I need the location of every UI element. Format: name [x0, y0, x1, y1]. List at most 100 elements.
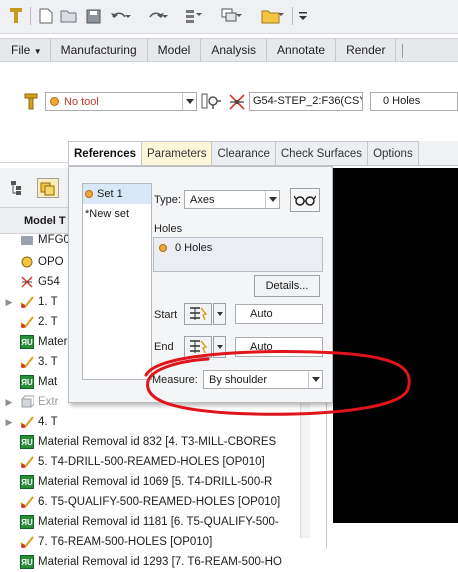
start-depth-button[interactable] [184, 303, 212, 325]
tree-row-label: Material Removal id 1181 [6. T5-QUALIFY-… [38, 516, 279, 528]
file-menu-tab[interactable]: File ▼ [0, 39, 51, 61]
tree-row-label: Material Removal id 1069 [5. T4-DRILL-50… [38, 476, 273, 488]
new-set-item[interactable]: *New set [83, 204, 151, 224]
tool-select[interactable]: No tool [45, 92, 197, 111]
expand-arrow-icon[interactable]: ▶ [0, 397, 18, 408]
tree-row-label: 2. T [38, 316, 58, 328]
glasses-icon [294, 195, 316, 206]
holes-count-field[interactable]: 0 Holes [370, 92, 458, 111]
material-removal-icon: ЯU [18, 374, 36, 390]
holes-label: Holes [154, 223, 183, 235]
end-depth-dropdown[interactable] [213, 336, 226, 358]
tree-row[interactable]: 7. T6-REAM-500-HOLES [OP010] [0, 532, 320, 552]
dashboard-tab-bar: References Parameters Clearance Check Su… [68, 141, 458, 166]
tree-row-label: Extr [38, 396, 59, 408]
tree-row[interactable]: ▶ 4. T [0, 412, 320, 432]
layer-tree-icon[interactable] [37, 178, 59, 198]
start-depth-field[interactable]: Auto [235, 304, 323, 324]
tab-options[interactable]: Options [367, 141, 419, 165]
chevron-down-icon[interactable] [182, 93, 196, 110]
tab-annotate[interactable]: Annotate [267, 39, 337, 61]
file-label: File [11, 43, 31, 57]
tab-model[interactable]: Model [148, 39, 202, 61]
material-removal-icon: ЯU [18, 434, 36, 450]
chevron-down-icon: ▼ [33, 47, 42, 56]
tab-render[interactable]: Render [336, 39, 397, 61]
csys-field[interactable]: G54-STEP_2:F36(CSY [249, 92, 363, 111]
type-select-value: Axes [190, 193, 215, 206]
holes-item-label: 0 Holes [175, 242, 213, 254]
material-removal-icon: ЯU [18, 334, 36, 350]
type-select[interactable]: Axes [184, 190, 280, 209]
new-icon[interactable] [37, 6, 55, 26]
tool-manager-icon[interactable] [200, 92, 222, 115]
tool-icon [24, 93, 38, 114]
tree-row-label: 7. T6-REAM-500-HOLES [OP010] [38, 536, 213, 548]
set-item-label: Set 1 [97, 188, 123, 200]
preview-glasses-button[interactable] [290, 188, 320, 212]
redo-icon[interactable] [145, 6, 171, 26]
material-removal-icon: ЯU [18, 554, 36, 570]
chevron-down-icon[interactable] [308, 371, 322, 388]
tree-row[interactable]: ЯU Material Removal id 1181 [6. T5-QUALIF… [0, 512, 320, 532]
tree-row-label: G54 [38, 276, 60, 288]
save-icon[interactable] [84, 6, 102, 26]
warning-dot-icon [85, 190, 93, 198]
drill-sequence-icon [18, 534, 36, 550]
tree-row[interactable]: 6. T5-QUALIFY-500-REAMED-HOLES [OP010] [0, 492, 320, 512]
open-icon[interactable] [59, 6, 79, 26]
holes-collector[interactable]: 0 Holes [153, 237, 323, 272]
end-depth-button[interactable] [184, 336, 212, 358]
tab-manufacturing[interactable]: Manufacturing [51, 39, 148, 61]
folder-icon [18, 232, 36, 248]
end-label: End [154, 341, 174, 353]
graphics-window[interactable] [333, 168, 458, 523]
tree-row-label: Mat [38, 376, 58, 388]
tab-analysis[interactable]: Analysis [201, 39, 268, 61]
tab-parameters[interactable]: Parameters [141, 141, 213, 165]
references-panel: Set 1 *New set Type: Axes Holes 0 Holes … [68, 166, 333, 403]
tree-row[interactable]: ЯU Material Removal id 1293 [7. T6-REAM-5… [0, 552, 320, 572]
model-tree-icon[interactable] [10, 180, 26, 199]
tree-row-label: OPO [38, 256, 64, 268]
ribbon-tab-bar: File ▼ Manufacturing Model Analysis Anno… [0, 38, 458, 62]
set-item-1[interactable]: Set 1 [83, 184, 151, 204]
set-item-label: *New set [85, 208, 130, 220]
tree-row-label: 3. T [38, 356, 58, 368]
tab-references[interactable]: References [68, 141, 143, 165]
depth-icon [190, 307, 208, 321]
expand-arrow-icon[interactable]: ▶ [0, 417, 18, 428]
tree-row-label: MFG0 [38, 234, 70, 246]
tab-overflow[interactable] [396, 39, 409, 61]
tab-check-surfaces[interactable]: Check Surfaces [274, 141, 369, 165]
chevron-down-icon[interactable] [265, 191, 279, 208]
warning-dot-icon [159, 244, 167, 252]
drill-sequence-icon [18, 494, 36, 510]
undo-icon[interactable] [108, 6, 134, 26]
measure-select-value: By shoulder [209, 373, 268, 386]
hole-set-list[interactable]: Set 1 *New set [82, 183, 152, 380]
measure-select[interactable]: By shoulder [203, 370, 323, 389]
material-removal-icon: ЯU [18, 514, 36, 530]
customize-icon[interactable] [297, 6, 309, 26]
tree-row-label: Materi [38, 336, 70, 348]
drill-sequence-icon [18, 294, 36, 310]
tree-row[interactable]: ЯU Material Removal id 832 [4. T3-MILL-CB… [0, 432, 320, 452]
tree-row-label: Material Removal id 1293 [7. T6-REAM-500… [38, 556, 282, 568]
regenerate-icon[interactable] [183, 6, 205, 26]
tree-toolbar [0, 168, 75, 208]
tree-row-label: Material Removal id 832 [4. T3-MILL-CBOR… [38, 436, 277, 448]
windows-icon[interactable] [220, 6, 244, 26]
tree-row[interactable]: 5. T4-DRILL-500-REAMED-HOLES [OP010] [0, 452, 320, 472]
tree-row[interactable]: ЯU Material Removal id 1069 [5. T4-DRILL-… [0, 472, 320, 492]
tab-clearance[interactable]: Clearance [211, 141, 276, 165]
tree-row-label: 4. T [38, 416, 58, 428]
app-logo-icon[interactable] [8, 6, 24, 26]
expand-arrow-icon[interactable]: ▶ [0, 297, 18, 308]
end-depth-field[interactable]: Auto [235, 337, 323, 357]
start-depth-dropdown[interactable] [213, 303, 226, 325]
details-button[interactable]: Details... [254, 275, 320, 297]
depth-icon [190, 340, 208, 354]
open-folder-icon[interactable] [260, 6, 288, 26]
csys-icon[interactable] [227, 92, 247, 115]
